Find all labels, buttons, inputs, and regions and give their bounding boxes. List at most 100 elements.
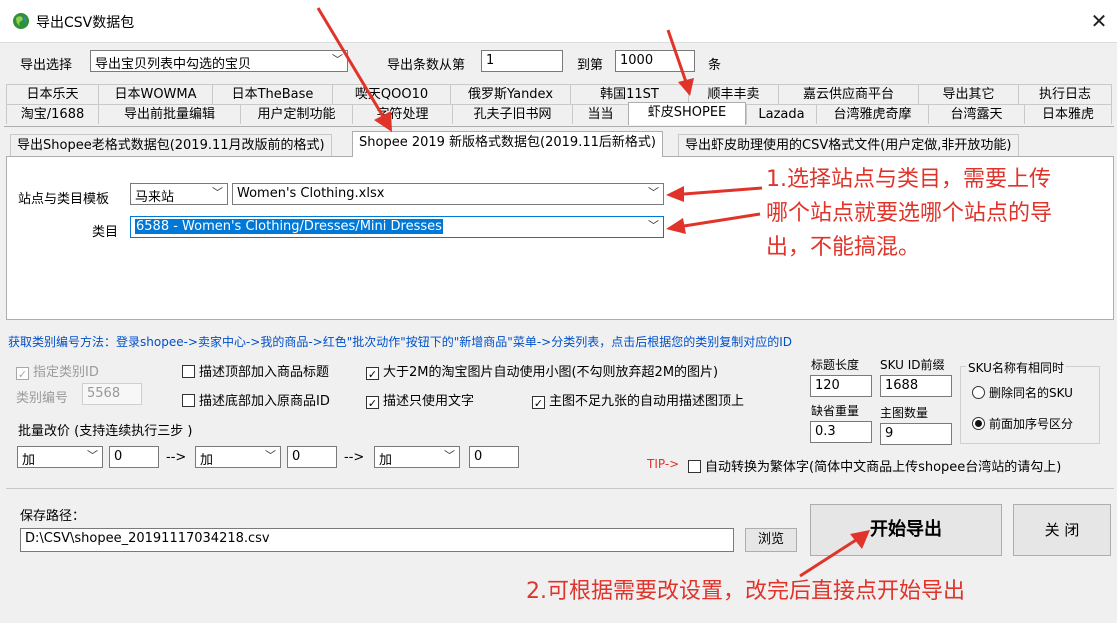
checkmark-icon: ✓ bbox=[366, 396, 379, 410]
range-from-label: 导出条数从第 bbox=[387, 58, 466, 73]
checkmark-icon: ✓ bbox=[16, 367, 29, 381]
price-op-2-dropdown[interactable]: 加 ﹀ bbox=[195, 446, 281, 468]
text-only-checkbox[interactable]: ✓ 描述只使用文字 bbox=[366, 390, 475, 410]
template-dropdown[interactable]: Women's Clothing.xlsx ﹀ bbox=[232, 183, 664, 205]
title-length-label: 标题长度 bbox=[811, 358, 860, 372]
sku-prefix-input[interactable]: 1688 bbox=[880, 375, 952, 397]
export-select-value: 导出宝贝列表中勾选的宝贝 bbox=[95, 57, 252, 72]
tab-shunfeng[interactable]: 顺丰丰卖 bbox=[688, 84, 778, 104]
price-op-3-value: 加 bbox=[379, 453, 393, 468]
checkmark-icon: ✓ bbox=[532, 396, 545, 410]
tab-11st[interactable]: 韩国11ST bbox=[570, 84, 688, 104]
range-to-label: 到第 bbox=[577, 58, 604, 73]
site-template-label: 站点与类目模板 bbox=[18, 192, 110, 207]
sku-same-name-group bbox=[960, 366, 1100, 444]
export-select-dropdown[interactable]: 导出宝贝列表中勾选的宝贝 ﹀ bbox=[90, 50, 348, 72]
big-image-label: 大于2M的淘宝图片自动使用小图(不勾则放弃超2M的图片) bbox=[383, 365, 719, 380]
range-to-input[interactable]: 1000 bbox=[615, 50, 695, 72]
section-divider bbox=[6, 488, 1114, 489]
big-image-checkbox[interactable]: ✓ 大于2M的淘宝图片自动使用小图(不勾则放弃超2M的图片) bbox=[366, 361, 719, 381]
tab-jiayun[interactable]: 嘉云供应商平台 bbox=[778, 84, 918, 104]
sku-delete-label: 删除同名的SKU bbox=[989, 386, 1073, 400]
browse-button[interactable]: 浏览 bbox=[745, 528, 797, 552]
price-arrow-1: --> bbox=[166, 450, 187, 465]
close-window-button[interactable]: ✕ bbox=[1086, 8, 1112, 34]
chevron-down-icon: ﹀ bbox=[265, 449, 276, 462]
chevron-down-icon: ﹀ bbox=[648, 186, 659, 199]
main-image-count-input[interactable]: 9 bbox=[880, 423, 952, 445]
tab-export-other[interactable]: 导出其它 bbox=[918, 84, 1018, 104]
sku-prefix-label: SKU ID前缀 bbox=[880, 358, 945, 372]
main-image-fill-checkbox[interactable]: ✓ 主图不足九张的自动用描述图顶上 bbox=[532, 390, 745, 410]
batch-price-label: 批量改价 (支持连续执行三步 ) bbox=[18, 424, 193, 439]
chevron-down-icon: ﹀ bbox=[648, 219, 659, 232]
annotation-1-line-1: 1.选择站点与类目，需要上传 bbox=[766, 167, 1051, 192]
save-path-input[interactable]: D:\CSV\shopee_20191117034218.csv bbox=[20, 528, 734, 552]
save-path-label: 保存路径： bbox=[20, 509, 86, 524]
subtab-shopee-assistant[interactable]: 导出虾皮助理使用的CSV格式文件(用户定做,非开放功能) bbox=[678, 134, 1019, 156]
category-no-input[interactable]: 5568 bbox=[82, 383, 142, 405]
specify-category-label: 指定类别ID bbox=[33, 365, 99, 380]
tab-log[interactable]: 执行日志 bbox=[1018, 84, 1112, 104]
default-weight-input[interactable]: 0.3 bbox=[810, 421, 872, 443]
subtab-shopee-2019[interactable]: Shopee 2019 新版格式数据包(2019.11后新格式) bbox=[352, 131, 663, 157]
range-from-input[interactable]: 1 bbox=[481, 50, 563, 72]
title-length-input[interactable]: 120 bbox=[810, 375, 872, 397]
specify-category-checkbox[interactable]: ✓ 指定类别ID bbox=[16, 361, 99, 381]
tab-dangdang[interactable]: 当当 bbox=[572, 104, 628, 124]
main-image-fill-label: 主图不足九张的自动用描述图顶上 bbox=[549, 394, 745, 409]
top-title-label: 描述顶部加入商品标题 bbox=[199, 365, 330, 380]
price-val-2-input[interactable]: 0 bbox=[287, 446, 337, 468]
top-title-checkbox[interactable]: 描述顶部加入商品标题 bbox=[182, 361, 329, 380]
price-val-1-input[interactable]: 0 bbox=[109, 446, 159, 468]
tab-char-process[interactable]: 字符处理 bbox=[352, 104, 452, 124]
traditional-chinese-checkbox[interactable]: 自动转换为繁体字(简体中文商品上传shopee台湾站的请勾上) bbox=[688, 456, 1061, 475]
tab-yahoo-jp[interactable]: 日本雅虎 bbox=[1024, 104, 1112, 124]
tab-ruten[interactable]: 台湾露天 bbox=[928, 104, 1024, 124]
bottom-id-checkbox[interactable]: 描述底部加入原商品ID bbox=[182, 390, 330, 409]
category-value: 6588 - Women's Clothing/Dresses/Mini Dre… bbox=[135, 219, 443, 234]
tab-batch-edit[interactable]: 导出前批量编辑 bbox=[98, 104, 240, 124]
tab-qoo10[interactable]: 喫天QOO10 bbox=[332, 84, 450, 104]
default-weight-label: 缺省重量 bbox=[811, 404, 860, 418]
chevron-down-icon: ﹀ bbox=[212, 186, 223, 199]
chevron-down-icon: ﹀ bbox=[444, 449, 455, 462]
sku-delete-radio[interactable]: 删除同名的SKU bbox=[972, 384, 1073, 401]
sku-number-radio[interactable]: 前面加序号区分 bbox=[972, 415, 1073, 432]
tab-yandex[interactable]: 俄罗斯Yandex bbox=[450, 84, 570, 104]
annotation-1-line-2: 哪个站点就要选哪个站点的导 bbox=[766, 201, 1053, 226]
template-value: Women's Clothing.xlsx bbox=[237, 186, 385, 201]
close-button[interactable]: 关 闭 bbox=[1013, 504, 1111, 556]
sku-number-label: 前面加序号区分 bbox=[989, 417, 1074, 431]
tab-shopee[interactable]: 虾皮SHOPEE bbox=[628, 102, 746, 125]
title-bar bbox=[0, 0, 1117, 43]
tab-custom[interactable]: 用户定制功能 bbox=[240, 104, 352, 124]
tab-thebase[interactable]: 日本TheBase bbox=[212, 84, 332, 104]
range-unit-label: 条 bbox=[708, 58, 722, 73]
subtab-shopee-old[interactable]: 导出Shopee老格式数据包(2019.11月改版前的格式) bbox=[10, 134, 332, 156]
app-globe-icon bbox=[13, 13, 29, 29]
price-op-3-dropdown[interactable]: 加 ﹀ bbox=[374, 446, 460, 468]
tab-kongfuzi[interactable]: 孔夫子旧书网 bbox=[452, 104, 572, 124]
price-op-1-value: 加 bbox=[22, 453, 36, 468]
price-arrow-2: --> bbox=[344, 450, 365, 465]
category-no-label: 类别编号 bbox=[16, 391, 69, 406]
text-only-label: 描述只使用文字 bbox=[383, 394, 475, 409]
category-id-help: 获取类别编号方法：登录shopee->卖家中心->我的商品->红色"批次动作"按… bbox=[8, 335, 792, 349]
traditional-chinese-label: 自动转换为繁体字(简体中文商品上传shopee台湾站的请勾上) bbox=[705, 460, 1062, 475]
annotation-2: 2.可根据需要改设置，改完后直接点开始导出 bbox=[526, 579, 965, 604]
category-dropdown[interactable]: 6588 - Women's Clothing/Dresses/Mini Dre… bbox=[130, 216, 664, 238]
chevron-down-icon: ﹀ bbox=[87, 449, 98, 462]
tab-wowma[interactable]: 日本WOWMA bbox=[98, 84, 212, 104]
price-op-2-value: 加 bbox=[200, 453, 214, 468]
tab-lazada[interactable]: Lazada bbox=[746, 104, 816, 124]
price-op-1-dropdown[interactable]: 加 ﹀ bbox=[17, 446, 103, 468]
tab-rakuten[interactable]: 日本乐天 bbox=[6, 84, 98, 104]
site-dropdown[interactable]: 马来站 ﹀ bbox=[130, 183, 228, 205]
tab-taobao-1688[interactable]: 淘宝/1688 bbox=[6, 104, 98, 124]
start-export-button[interactable]: 开始导出 bbox=[810, 504, 1002, 556]
tab-yahoo-tw[interactable]: 台湾雅虎奇摩 bbox=[816, 104, 928, 124]
export-select-label: 导出选择 bbox=[20, 58, 73, 73]
tabs-row-2: 淘宝/1688 导出前批量编辑 用户定制功能 字符处理 孔夫子旧书网 当当 虾皮… bbox=[0, 102, 1117, 126]
price-val-3-input[interactable]: 0 bbox=[469, 446, 519, 468]
